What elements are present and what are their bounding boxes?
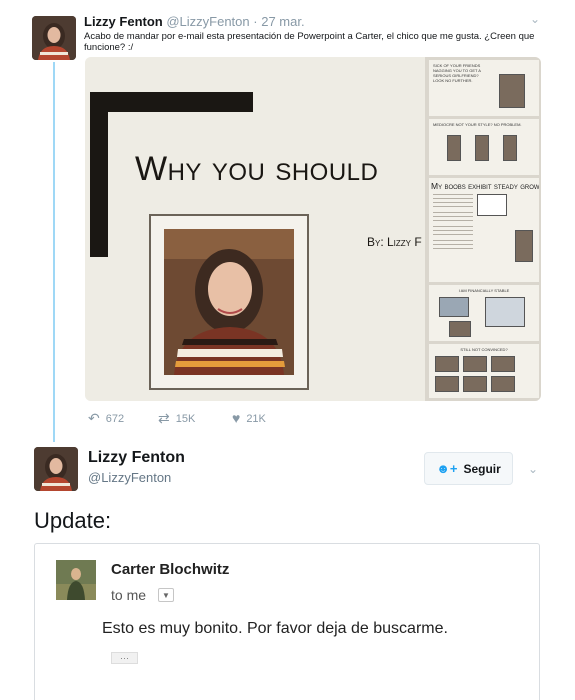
tweet-media[interactable]: Why you should By: Lizzy F Sick of yo — [85, 57, 541, 401]
thumbnail-chart — [477, 194, 507, 216]
reply-button[interactable]: ↶ 672 — [88, 410, 124, 427]
show-trimmed-content-button: ··· — [111, 652, 138, 664]
thumbnail-photo — [435, 356, 459, 372]
retweet-icon: ⇄ — [158, 410, 170, 426]
chevron-down-icon[interactable]: ⌄ — [528, 462, 538, 476]
tweet-author-handle[interactable]: @LizzyFenton — [166, 14, 249, 29]
text-line — [433, 230, 473, 231]
thumbnail-photo — [435, 376, 459, 392]
follow-label: Seguir — [463, 461, 501, 476]
tweet-author-name[interactable]: Lizzy Fenton — [84, 14, 163, 29]
thumbnail-photo — [475, 135, 489, 161]
slide-bar-left — [90, 92, 108, 257]
thumbnail-text: Sick of your friends nagging you to get … — [433, 63, 481, 83]
thumbnail-text: I am financially stable — [458, 288, 510, 293]
text-line — [433, 216, 473, 217]
text-line — [433, 244, 473, 245]
thumbnail-text: Still not convinced? — [460, 347, 508, 352]
thumbnail-photo — [485, 297, 525, 327]
text-line — [433, 194, 473, 195]
slide-byline: By: Lizzy F — [367, 235, 422, 249]
tweet-text: Acabo de mandar por e-mail esta presenta… — [84, 31, 535, 53]
like-button[interactable]: ♥ 21K — [232, 410, 266, 426]
thumbnail-slide-2: Mediocre not your style? No problem. — [429, 119, 539, 175]
sender-avatar — [56, 560, 96, 600]
thumbnail-photo — [439, 297, 469, 317]
thumbnail-photo — [503, 135, 517, 161]
thumbnail-slide-5: Still not convinced? — [429, 344, 539, 398]
retweet-button[interactable]: ⇄ 15K — [158, 410, 195, 427]
slide-photo — [164, 229, 294, 375]
slide-thumbnails: Sick of your friends nagging you to get … — [425, 57, 541, 401]
tweet-header: Lizzy Fenton @LizzyFenton · 27 mar. — [84, 14, 305, 29]
avatar-image — [32, 16, 76, 60]
email-recipient: to me — [111, 587, 147, 603]
tweet-author-name[interactable]: Lizzy Fenton — [88, 449, 185, 467]
text-line — [433, 198, 473, 199]
separator-dot: · — [253, 14, 258, 29]
reply-icon: ↶ — [88, 410, 100, 426]
thumbnail-photo — [491, 356, 515, 372]
text-line — [433, 226, 473, 227]
reply-count: 672 — [105, 413, 125, 425]
text-line — [433, 202, 473, 203]
thumbnail-photo — [515, 230, 533, 262]
tweet-timestamp[interactable]: 27 mar. — [261, 14, 304, 29]
text-line — [433, 234, 473, 235]
text-line — [433, 220, 473, 221]
avatar[interactable] — [34, 447, 78, 491]
thumbnail-title: My boobs exhibit steady grow — [431, 181, 539, 191]
thumbnail-photo — [447, 135, 461, 161]
email-screenshot: Carter Blochwitz to me ▼ Esto es muy bon… — [34, 543, 540, 700]
chevron-down-icon[interactable]: ⌄ — [530, 12, 540, 26]
slide-title: Why you should — [135, 150, 379, 188]
retweet-count: 15K — [175, 413, 196, 425]
thumbnail-photo — [491, 376, 515, 392]
like-count: 21K — [246, 413, 266, 425]
thumbnail-photo — [463, 356, 487, 372]
thumbnail-photo — [463, 376, 487, 392]
slide-bar-top — [90, 92, 253, 112]
thumbnail-text: Mediocre not your style? No problem. — [433, 122, 522, 127]
text-line — [433, 240, 473, 241]
avatar-image — [34, 447, 78, 491]
add-user-icon: ☻+ — [436, 461, 458, 476]
follow-button[interactable]: ☻+ Seguir — [424, 452, 513, 485]
text-line — [433, 206, 473, 207]
thumbnail-slide-4: I am financially stable — [429, 285, 539, 341]
heart-icon: ♥ — [232, 410, 241, 426]
email-body: Esto es muy bonito. Por favor deja de bu… — [102, 620, 448, 637]
slide-main: Why you should By: Lizzy F — [85, 57, 425, 401]
avatar[interactable] — [32, 16, 76, 60]
text-line — [433, 248, 473, 249]
tweet-author-handle[interactable]: @LizzyFenton — [88, 470, 171, 485]
thumbnail-photo — [499, 74, 525, 108]
slide-photo-frame — [149, 214, 309, 390]
chevron-down-icon: ▼ — [158, 588, 174, 602]
thumbnail-slide-3: My boobs exhibit steady grow — [429, 178, 539, 282]
email-sender: Carter Blochwitz — [111, 561, 230, 578]
thumbnail-photo — [449, 321, 471, 337]
thread-line — [53, 62, 55, 442]
thumbnail-slide-1: Sick of your friends nagging you to get … — [429, 60, 539, 116]
text-line — [433, 212, 473, 213]
tweet-text: Update: — [34, 508, 112, 533]
